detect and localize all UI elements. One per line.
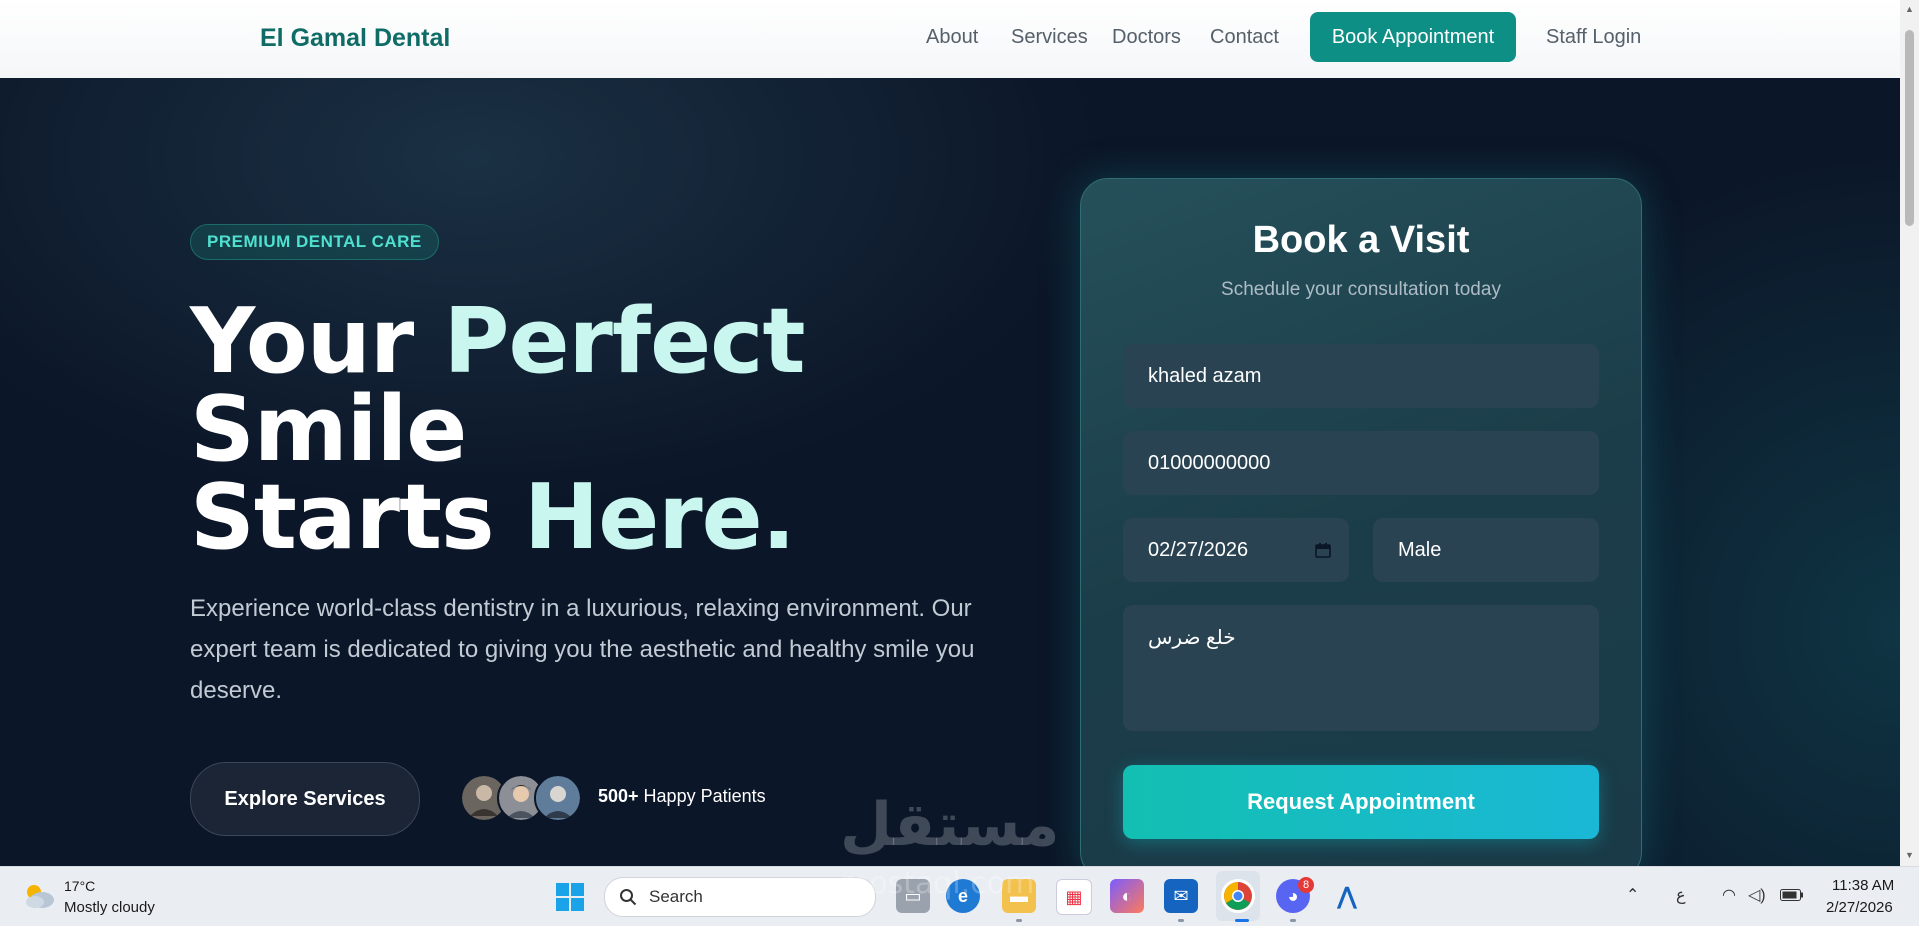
chrome-running-dot — [1235, 919, 1249, 922]
outlook-running-dot — [1178, 919, 1184, 922]
clock-date[interactable]: 2/27/2026 — [1826, 899, 1893, 916]
book-appointment-button[interactable]: Book Appointment — [1310, 12, 1516, 62]
hero-description: Experience world-class dentistry in a lu… — [190, 595, 975, 704]
patient-name-field[interactable]: khaled azam — [1123, 344, 1599, 408]
date-value: 02/27/2026 — [1148, 538, 1249, 561]
taskbar-search-box[interactable]: Search — [604, 877, 876, 917]
outlook-icon[interactable]: ✉ — [1164, 879, 1198, 913]
booking-title: Book a Visit — [1252, 219, 1470, 261]
date-field[interactable]: 02/27/2026 — [1123, 518, 1349, 582]
volume-icon[interactable]: ◁) — [1748, 885, 1766, 905]
brand-logo-text[interactable]: El Gamal Dental — [260, 24, 450, 53]
page-scrollbar[interactable]: ▲ ▼ — [1900, 0, 1919, 866]
chrome-icon[interactable] — [1221, 879, 1255, 913]
headline-line3-white: Starts — [190, 465, 524, 570]
battery-icon[interactable] — [1780, 889, 1804, 901]
search-icon — [620, 889, 637, 906]
booking-subtitle: Schedule your consultation today — [1221, 279, 1501, 300]
patients-text: Happy Patients — [638, 786, 766, 806]
notes-textarea[interactable]: خلع ضرس — [1123, 605, 1599, 731]
scroll-up-arrow-icon[interactable]: ▲ — [1905, 4, 1914, 14]
clock-time[interactable]: 11:38 AM — [1832, 877, 1894, 894]
watermark-arabic: مستقل — [840, 790, 1060, 860]
nav-link-contact[interactable]: Contact — [1210, 26, 1279, 49]
watermark-latin: mostaql.com — [840, 866, 1035, 901]
discord-running-dot — [1290, 919, 1296, 922]
calendar-icon[interactable] — [1315, 542, 1331, 558]
hero-section: PREMIUM DENTAL CARE Your Perfect Smile S… — [0, 78, 1900, 866]
explore-services-button[interactable]: Explore Services — [190, 762, 420, 836]
nav-link-about[interactable]: About — [926, 26, 978, 49]
booking-card: Book a Visit Schedule your consultation … — [1080, 178, 1642, 866]
microsoft-store-icon[interactable]: ▦ — [1056, 879, 1092, 915]
gender-select[interactable]: Male — [1373, 518, 1599, 582]
headline-line2: Smile — [190, 377, 467, 482]
scroll-down-arrow-icon[interactable]: ▼ — [1905, 850, 1914, 860]
phone-field[interactable]: 01000000000 — [1123, 431, 1599, 495]
weather-cloudy-icon[interactable] — [22, 881, 56, 911]
headline-line1-accent: Perfect — [443, 289, 806, 394]
windows-start-icon[interactable] — [556, 883, 584, 911]
headline-line3-accent: Here. — [523, 465, 796, 570]
scroll-thumb[interactable] — [1905, 30, 1914, 226]
request-appointment-button[interactable]: Request Appointment — [1123, 765, 1599, 839]
patients-count: 500+ — [598, 786, 639, 806]
happy-patients-label: 500+ Happy Patients — [598, 786, 766, 807]
patient-avatar-3 — [534, 774, 582, 822]
staff-login-link[interactable]: Staff Login — [1546, 26, 1641, 49]
chrome-logo-icon — [1224, 882, 1252, 910]
wifi-icon[interactable]: ◠ — [1722, 885, 1736, 905]
notes-value: خلع ضرس — [1148, 627, 1236, 649]
discord-notification-badge: 8 — [1298, 877, 1314, 893]
app-launcher-icon[interactable]: ⋀ — [1330, 879, 1364, 913]
top-navbar: El Gamal Dental About Services Doctors C… — [0, 0, 1900, 79]
hero-headline: Your Perfect Smile Starts Here. — [190, 297, 805, 563]
show-hidden-icons-chevron-icon[interactable]: ⌃ — [1626, 885, 1639, 905]
premium-badge: PREMIUM DENTAL CARE — [190, 224, 439, 260]
copilot-icon[interactable]: ◐ — [1110, 879, 1144, 913]
file-explorer-running-dot — [1016, 919, 1022, 922]
weather-temperature[interactable]: 17°C — [64, 878, 95, 894]
nav-link-services[interactable]: Services — [1011, 26, 1088, 49]
input-language-indicator[interactable]: ع — [1676, 885, 1686, 905]
search-label: Search — [649, 887, 703, 906]
weather-description[interactable]: Mostly cloudy — [64, 899, 155, 916]
nav-link-doctors[interactable]: Doctors — [1112, 26, 1181, 49]
